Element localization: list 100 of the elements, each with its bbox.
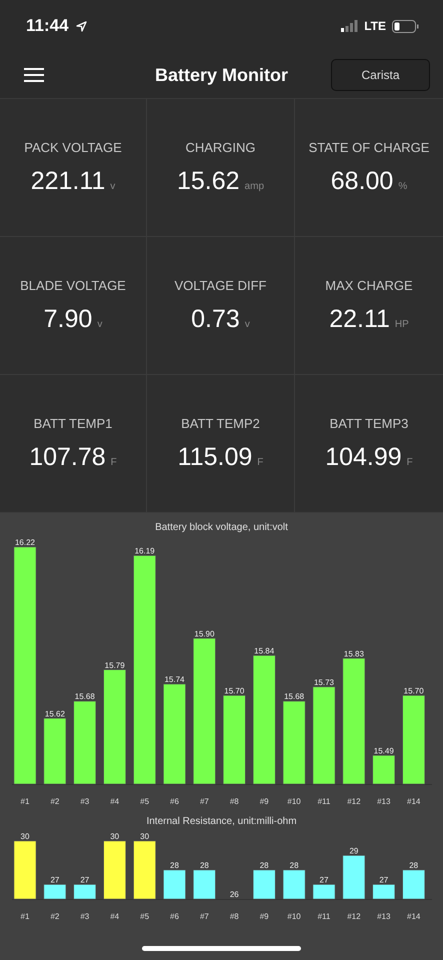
metric-label: BATT TEMP3: [330, 416, 408, 430]
metric-unit: v: [97, 318, 102, 330]
bar-value-label: 15.83: [344, 649, 364, 658]
menu-icon[interactable]: [24, 68, 44, 82]
bar-value-label: 15.84: [254, 646, 274, 656]
metric-value: 7.90: [44, 304, 92, 334]
bar: [342, 855, 366, 900]
metric-value: 22.11: [329, 304, 390, 334]
category-label: #4: [110, 912, 120, 921]
bar-value-label: 15.70: [224, 686, 244, 696]
bar: [252, 870, 276, 900]
bar: [193, 870, 216, 900]
category-label: #8: [230, 912, 239, 921]
bar-value-label: 15.79: [104, 660, 125, 670]
bar-value-label: 27: [379, 876, 388, 884]
category-label: #2: [50, 912, 60, 921]
bar-value-label: 15.68: [284, 692, 304, 702]
category-label: #4: [110, 797, 120, 806]
category-label: #13: [377, 912, 390, 921]
metric-value: 0.73: [191, 304, 240, 334]
bar: [163, 870, 186, 900]
metric-unit: F: [406, 456, 413, 468]
bar: [402, 870, 425, 900]
category-label: #8: [230, 797, 239, 806]
category-label: #12: [347, 912, 361, 921]
bar: [44, 718, 66, 784]
bar-value-label: 27: [50, 876, 60, 884]
category-label: #1: [20, 912, 30, 921]
bar: [133, 840, 156, 900]
bar: [74, 884, 96, 900]
category-label: #12: [347, 797, 361, 806]
metric-label: BATT TEMP1: [34, 416, 112, 430]
bar-value-label: 28: [170, 861, 179, 870]
metric-unit: F: [110, 456, 117, 468]
metric-value: 221.11: [30, 166, 106, 196]
bar-value-label: 16.22: [14, 538, 36, 547]
bar: [372, 884, 396, 900]
category-label: #13: [377, 797, 390, 806]
metric-unit: %: [398, 180, 408, 192]
network-label: LTE: [364, 19, 386, 33]
metric-value: 15.62: [176, 166, 240, 196]
bar: [14, 840, 36, 900]
metric-value: 115.09: [178, 442, 252, 472]
bar: [44, 884, 66, 900]
metric-unit: v: [244, 318, 250, 330]
metric-label: PACK VOLTAGE: [24, 140, 122, 154]
bar: [312, 884, 336, 900]
category-label: #6: [170, 912, 179, 921]
location-arrow-icon: [76, 20, 87, 32]
carista-button[interactable]: Carista: [331, 59, 430, 91]
metric-unit: amp: [244, 180, 264, 192]
category-label: #10: [287, 797, 301, 806]
status-time: 11:44: [26, 16, 69, 36]
chart-title: Battery block voltage, unit:volt: [155, 522, 288, 533]
category-label: #5: [140, 797, 150, 806]
metric-value: 68.00: [330, 166, 394, 196]
category-label: #5: [140, 912, 150, 921]
bar-value-label: 27: [80, 876, 90, 884]
metric-label: MAX CHARGE: [325, 278, 413, 292]
bar-value-label: 15.68: [74, 692, 95, 702]
metric-unit: HP: [394, 318, 409, 330]
bar-value-label: 26: [230, 890, 239, 899]
category-label: #7: [200, 912, 209, 921]
category-label: #10: [287, 912, 301, 921]
battery-icon: [392, 20, 419, 32]
category-label: #3: [80, 912, 90, 921]
bar-value-label: 30: [110, 832, 120, 841]
category-label: #14: [407, 797, 420, 806]
category-label: #11: [318, 912, 330, 921]
bar-value-label: 15.70: [404, 686, 424, 696]
metric-unit: F: [257, 456, 264, 468]
category-label: #3: [80, 797, 90, 806]
metric-label: BLADE VOLTAGE: [20, 278, 126, 292]
bar-value-label: 15.90: [194, 629, 214, 638]
bar-value-label: 28: [200, 861, 209, 870]
category-label: #1: [20, 797, 30, 806]
bar-value-label: 30: [20, 832, 30, 841]
signal-icon: [341, 20, 358, 32]
category-label: #6: [170, 797, 179, 806]
metric-value: 104.99: [325, 442, 402, 472]
page-title: Battery Monitor: [155, 64, 288, 86]
bar-value-label: 29: [349, 846, 358, 856]
metric-value: 107.78: [29, 442, 106, 472]
category-label: #9: [260, 912, 269, 921]
bar-value-label: 28: [409, 861, 418, 870]
metric-label: CHARGING: [185, 140, 256, 154]
metric-label: VOLTAGE DIFF: [174, 278, 266, 292]
bar-value-label: 16.19: [134, 546, 155, 556]
bar: [103, 840, 126, 900]
category-label: #11: [318, 797, 330, 806]
bar: [372, 755, 396, 784]
bar-value-label: 28: [260, 861, 269, 870]
bar-value-label: 15.73: [314, 678, 334, 687]
category-label: #14: [407, 912, 420, 921]
bar-value-label: 15.62: [44, 709, 65, 718]
metric-label: STATE OF CHARGE: [308, 140, 430, 154]
bar: [282, 870, 306, 900]
category-label: #7: [200, 797, 209, 806]
category-label: #2: [50, 797, 60, 806]
bar-value-label: 30: [140, 832, 150, 841]
